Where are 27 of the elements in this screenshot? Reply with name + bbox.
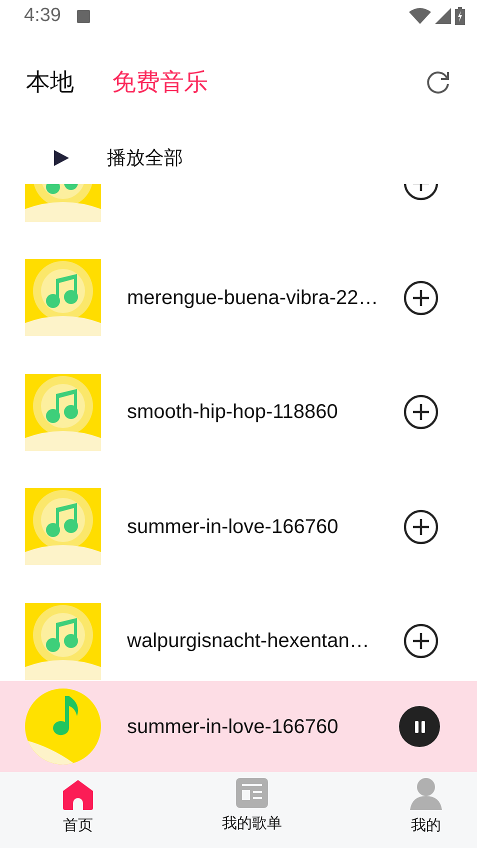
wifi-icon — [409, 8, 431, 24]
song-title[interactable]: merengue-buena-vibra-22… — [127, 282, 403, 313]
nav-tab[interactable]: 我的歌单 — [222, 772, 282, 848]
tab[interactable]: 免费音乐 — [112, 64, 208, 100]
song-title[interactable]: walpurgisnacht-hexentan… — [127, 626, 403, 656]
nav-tab[interactable]: 首页 — [62, 772, 94, 848]
play-icon[interactable] — [54, 150, 69, 166]
person-icon — [410, 778, 442, 810]
play-all-label[interactable]: 播放全部 — [107, 144, 183, 172]
refresh-icon[interactable] — [425, 69, 451, 95]
tab[interactable]: 本地 — [26, 64, 74, 100]
pause-button[interactable] — [399, 706, 440, 747]
add-icon[interactable] — [403, 280, 439, 316]
song-title[interactable]: summer-in-love-166760 — [127, 512, 403, 542]
song-title[interactable]: smooth-hip-hop-118860 — [127, 397, 403, 428]
add-icon[interactable] — [403, 394, 439, 430]
battery-icon — [455, 7, 465, 25]
nav-tab[interactable]: 我的 — [410, 772, 442, 848]
playlist-icon — [236, 778, 268, 808]
add-icon[interactable] — [403, 508, 439, 545]
home-icon — [62, 778, 94, 810]
now-playing-title: summer-in-love-166760 — [127, 714, 340, 740]
notification-icon — [76, 10, 90, 22]
add-icon[interactable] — [403, 623, 439, 660]
signal-icon — [435, 8, 451, 24]
pause-icon — [414, 720, 426, 732]
status-time: 4:39 — [24, 4, 61, 28]
